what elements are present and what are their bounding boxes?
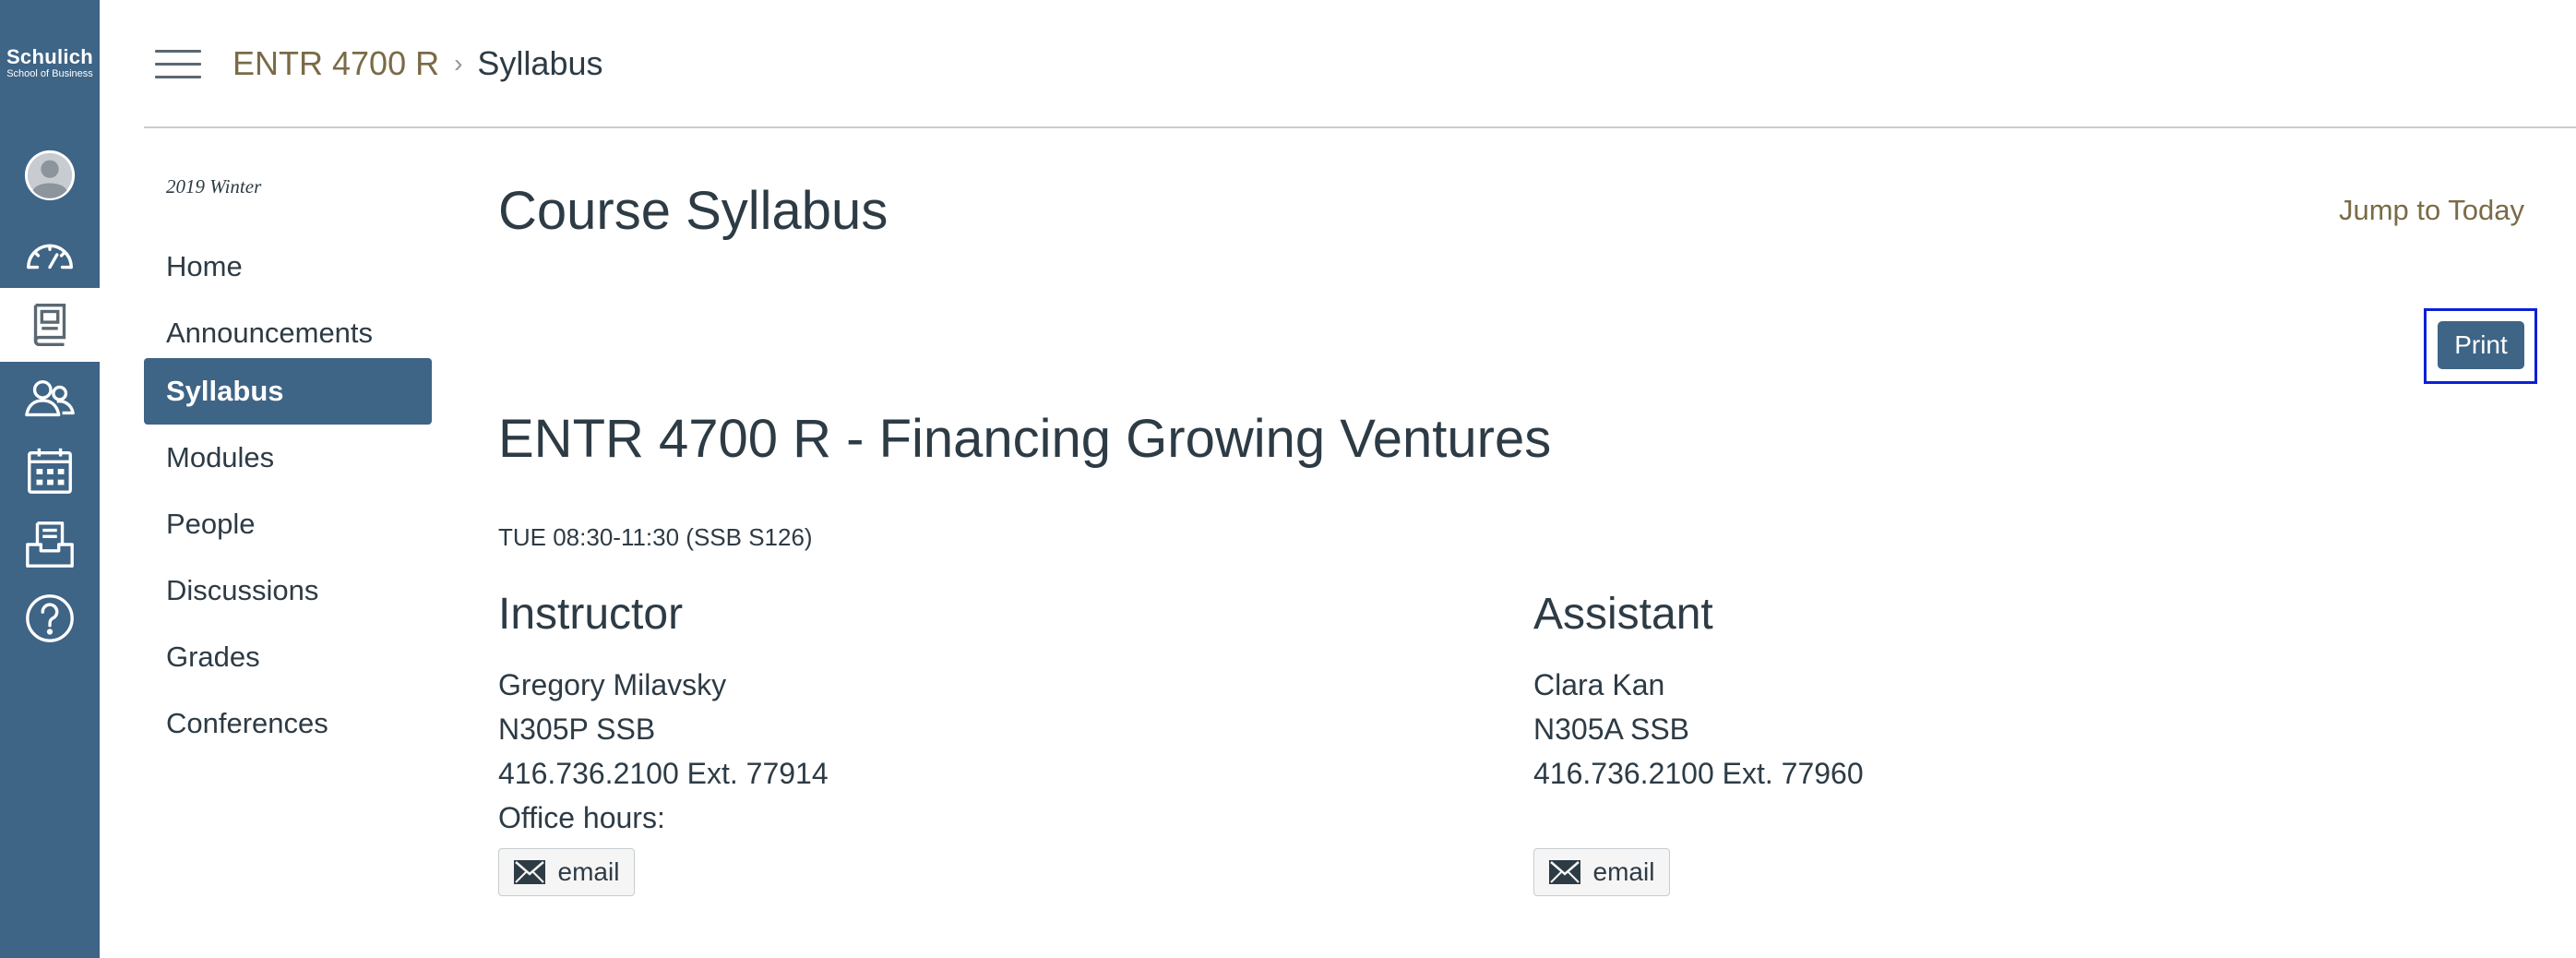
course-nav-grades[interactable]: Grades [144, 624, 432, 690]
help-icon [26, 594, 74, 642]
print-button[interactable]: Print [2438, 321, 2524, 369]
course-nav-people[interactable]: People [144, 491, 432, 557]
assistant-email-label: email [1592, 857, 1655, 886]
global-navigation: Schulich School of Business [0, 0, 100, 958]
instructor-email-button[interactable]: email [498, 848, 635, 896]
courses-book-icon [33, 304, 66, 346]
breadcrumb-course-link[interactable]: ENTR 4700 R [233, 44, 439, 83]
jump-to-today-link[interactable]: Jump to Today [2339, 194, 2524, 227]
envelope-icon [1548, 860, 1580, 884]
logo-subtitle: School of Business [6, 68, 93, 79]
instructor-name: Gregory Milavsky [498, 668, 727, 701]
assistant-email-button[interactable]: email [1533, 848, 1670, 896]
course-nav-syllabus[interactable]: Syllabus [144, 358, 432, 425]
global-nav-groups[interactable] [0, 362, 100, 436]
course-heading: ENTR 4700 R - Financing Growing Ventures [498, 409, 1552, 469]
avatar-icon [24, 150, 76, 201]
instructor-phone: 416.736.2100 Ext. 77914 [498, 757, 829, 790]
dashboard-icon [27, 244, 73, 269]
course-nav-conferences[interactable]: Conferences [144, 690, 432, 757]
assistant-section: Assistant Clara Kan N305A SSB 416.736.21… [1533, 587, 1864, 796]
course-menu-toggle[interactable] [155, 48, 201, 79]
hamburger-line [155, 50, 201, 53]
page-title: Course Syllabus [498, 181, 888, 241]
instructor-office-hours: Office hours: [498, 801, 665, 834]
breadcrumb: ENTR 4700 R › Syllabus [233, 41, 603, 87]
global-nav-account[interactable] [0, 138, 100, 212]
instructor-email-label: email [557, 857, 620, 886]
breadcrumb-current: Syllabus [477, 44, 603, 82]
global-nav-inbox[interactable] [0, 508, 100, 581]
header-divider [144, 126, 2576, 128]
breadcrumb-separator: › [454, 49, 463, 78]
calendar-icon [28, 448, 72, 494]
envelope-icon [513, 860, 545, 884]
term-label: 2019 Winter [166, 175, 262, 198]
hamburger-line [155, 63, 201, 66]
course-nav-discussions[interactable]: Discussions [144, 557, 432, 624]
hamburger-line [155, 76, 201, 78]
global-nav-dashboard[interactable] [0, 218, 100, 292]
course-nav-announcements[interactable]: Announcements [144, 300, 432, 366]
class-schedule: TUE 08:30-11:30 (SSB S126) [498, 523, 813, 551]
assistant-name: Clara Kan [1533, 668, 1665, 701]
logo-name: Schulich [6, 45, 94, 68]
instructor-section: Instructor Gregory Milavsky N305P SSB 41… [498, 587, 829, 840]
schulich-logo[interactable]: Schulich School of Business [0, 45, 100, 80]
groups-icon [25, 379, 75, 417]
course-nav-home[interactable]: Home [144, 234, 432, 300]
inbox-icon [26, 521, 74, 568]
global-nav-help[interactable] [0, 581, 100, 655]
assistant-phone: 416.736.2100 Ext. 77960 [1533, 757, 1864, 790]
global-nav-calendar[interactable] [0, 434, 100, 508]
instructor-office: N305P SSB [498, 713, 656, 746]
assistant-heading: Assistant [1533, 590, 1713, 639]
global-nav-courses[interactable] [0, 288, 100, 362]
instructor-heading: Instructor [498, 590, 684, 639]
assistant-office: N305A SSB [1533, 713, 1689, 746]
course-nav-modules[interactable]: Modules [144, 425, 432, 491]
